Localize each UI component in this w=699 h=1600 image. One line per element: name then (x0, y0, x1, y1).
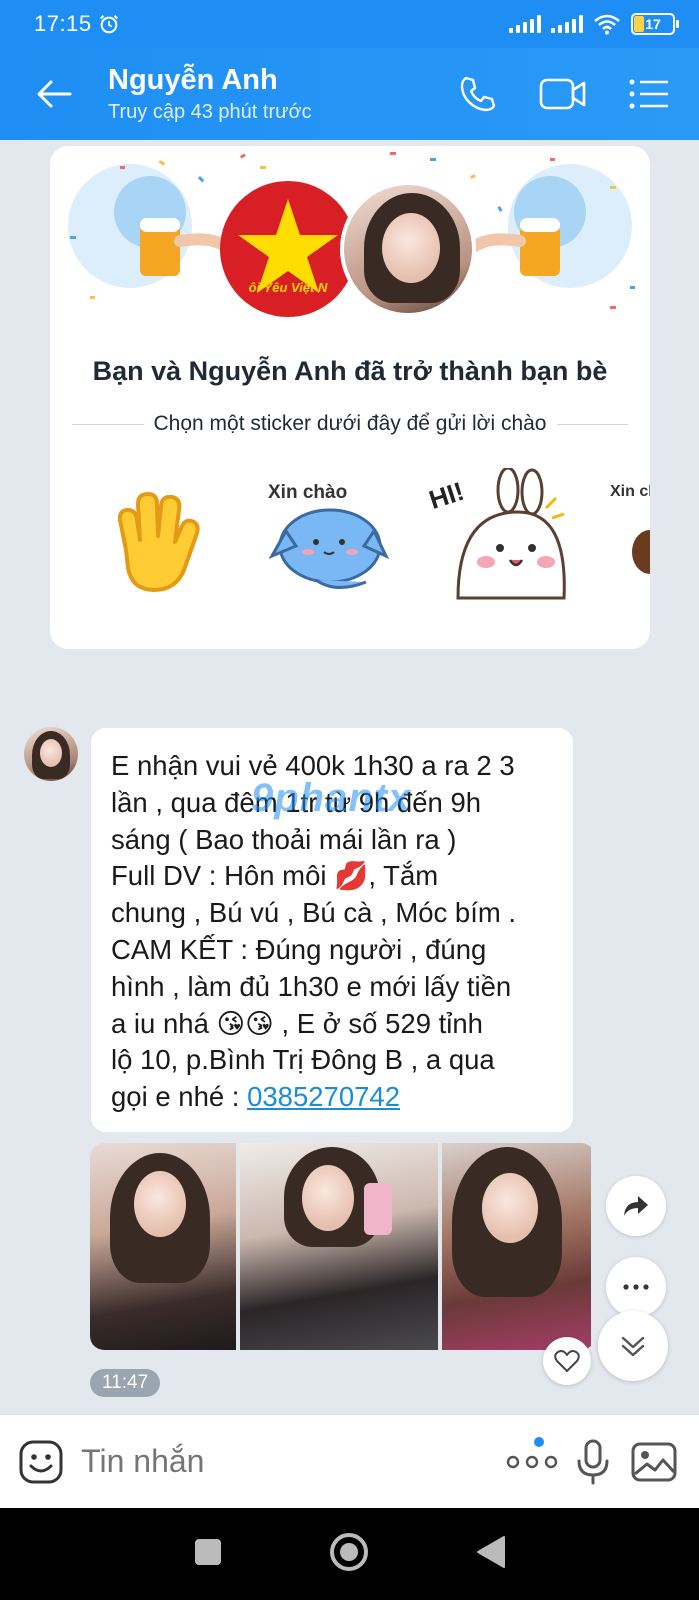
back-button[interactable] (0, 48, 108, 140)
sticker-partial[interactable]: Xin chà (610, 476, 650, 581)
sticker-blue-cat[interactable]: Xin chào (266, 476, 390, 601)
signal-icon (509, 15, 541, 33)
message-time: 11:47 (90, 1369, 161, 1397)
notification-dot (534, 1436, 545, 1447)
back-nav-button[interactable] (476, 1535, 506, 1574)
flag-caption: ôi Yêu Việt N (248, 280, 328, 295)
microphone-icon (577, 1439, 609, 1484)
message-input-bar (0, 1414, 699, 1508)
signal-icon-2 (551, 15, 583, 33)
star-icon (238, 199, 338, 293)
phone-number-link[interactable]: 0385270742 (247, 1081, 400, 1112)
list-menu-icon (629, 79, 668, 109)
message-text: E nhận vui vẻ 400k 1h30 a ra 2 3 lần , q… (111, 748, 553, 1116)
double-chevron-down-icon (621, 1336, 645, 1357)
friend-card-subtitle-text: Chọn một sticker dưới đây để gửi lời chà… (153, 412, 547, 435)
more-dots-icon (623, 1284, 649, 1290)
video-camera-icon (539, 78, 586, 110)
share-arrow-icon (624, 1196, 648, 1216)
voice-call-button[interactable] (441, 48, 513, 140)
contact-avatar (340, 181, 476, 317)
more-options-button[interactable] (606, 1257, 666, 1317)
message-bubble[interactable]: E nhận vui vẻ 400k 1h30 a ra 2 3 lần , q… (90, 727, 574, 1133)
sticker-partial-caption: Xin chà (610, 483, 650, 500)
new-friend-card: ôi Yêu Việt N Bạn và Nguyễn Anh đã trở t… (50, 146, 650, 649)
sender-avatar[interactable] (24, 727, 78, 781)
forward-button[interactable] (606, 1176, 666, 1236)
triangle-back-icon (477, 1535, 506, 1568)
sticker-waving-hand[interactable] (106, 490, 210, 594)
friend-card-title: Bạn và Nguyễn Anh đã trở thành bạn bè (92, 356, 608, 386)
photo-2[interactable] (240, 1143, 438, 1350)
sticker-row: Xin chào HI! Xin c (50, 466, 650, 626)
last-seen: Truy cập 43 phút trước (108, 101, 312, 123)
bunny-sticker-icon: HI! (425, 466, 566, 600)
system-nav-bar (0, 1508, 699, 1600)
react-heart-button[interactable] (543, 1337, 591, 1385)
emoji-icon (19, 1440, 63, 1483)
alarm-icon (99, 15, 118, 34)
sticker-bunny-hi[interactable]: HI! (425, 466, 568, 609)
cat-sticker-icon: Xin chào (268, 482, 390, 589)
arrow-left-icon (37, 80, 72, 108)
friend-card-subtitle: Chọn một sticker dưới đây để gửi lời chà… (72, 412, 628, 436)
circle-icon (330, 1532, 369, 1571)
battery-level: 17 (645, 16, 661, 32)
photo-3[interactable] (442, 1143, 591, 1350)
heart-icon (554, 1350, 580, 1372)
sticker-blue-cat-caption: Xin chào (268, 482, 347, 503)
photo-1[interactable] (90, 1143, 236, 1350)
recent-apps-button[interactable] (193, 1537, 223, 1572)
photo-gallery[interactable] (90, 1143, 595, 1350)
vietnam-flag-avatar: ôi Yêu Việt N (220, 181, 356, 317)
voice-record-button[interactable] (562, 1415, 623, 1509)
contact-name: Nguyễn Anh (108, 64, 278, 96)
wifi-icon (594, 14, 620, 35)
home-button[interactable] (328, 1531, 370, 1578)
status-time: 17:15 (34, 11, 92, 36)
square-icon (194, 1538, 221, 1565)
contact-info[interactable]: Nguyễn Anh Truy cập 43 phút trước (108, 64, 441, 124)
partial-sticker-icon: Xin chà (610, 483, 650, 574)
status-bar: 17:15 17 (0, 0, 699, 48)
more-actions-button[interactable] (501, 1415, 562, 1509)
message-body: E nhận vui vẻ 400k 1h30 a ra 2 3 lần , q… (111, 750, 517, 1113)
video-call-button[interactable] (527, 48, 599, 140)
battery-icon: 17 (631, 13, 679, 35)
more-circles-icon (506, 1455, 557, 1468)
chat-header: Nguyễn Anh Truy cập 43 phút trước (0, 48, 699, 140)
phone-icon (460, 76, 496, 112)
image-picker-button[interactable] (624, 1415, 685, 1509)
scroll-to-bottom-button[interactable] (598, 1311, 668, 1381)
menu-button[interactable] (613, 48, 685, 140)
sticker-bunny-hi-caption: HI! (428, 476, 468, 515)
message-input[interactable] (81, 1443, 502, 1480)
emoji-button[interactable] (0, 1415, 81, 1509)
image-icon (631, 1442, 677, 1481)
